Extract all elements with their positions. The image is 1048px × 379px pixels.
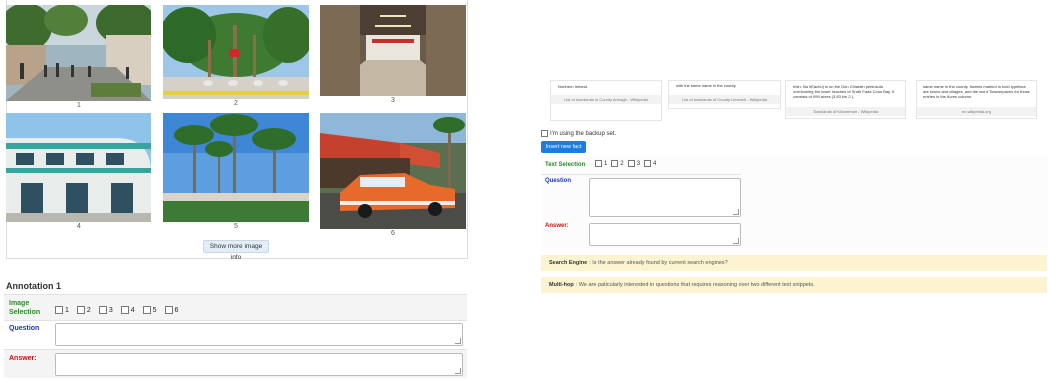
- right-question-textarea[interactable]: [589, 178, 741, 217]
- image-1[interactable]: [6, 5, 151, 101]
- image-checkbox[interactable]: 6: [164, 306, 178, 315]
- checkbox-icon: [98, 306, 107, 315]
- image-checkbox[interactable]: 5: [142, 306, 157, 315]
- checkbox-icon: [120, 306, 129, 315]
- checkbox-icon: [627, 160, 635, 167]
- question-row: Question: [4, 320, 467, 349]
- image-checkbox[interactable]: 1: [55, 306, 69, 315]
- right-answer-textarea[interactable]: [589, 223, 741, 246]
- annotation-form: Image Selection 123456 Question Answer:: [4, 294, 467, 378]
- image-checkbox[interactable]: 2: [76, 306, 91, 315]
- image-caption: 2: [234, 100, 238, 107]
- image-3[interactable]: [320, 5, 466, 96]
- image-4[interactable]: [6, 113, 151, 222]
- annotation-title: Annotation 1: [6, 281, 61, 291]
- resize-grip-icon[interactable]: [733, 238, 739, 244]
- insert-new-fact-button[interactable]: Insert new fact: [541, 141, 586, 153]
- checkbox-icon: [76, 306, 85, 315]
- text-checkbox[interactable]: 1: [595, 160, 607, 167]
- search-result-card[interactable]: Northern Ireland. List of townlands in C…: [550, 80, 662, 121]
- image-5[interactable]: [163, 113, 309, 222]
- checkbox-icon: [164, 306, 173, 315]
- text-checkbox[interactable]: 2: [611, 160, 624, 167]
- image-caption: 4: [77, 223, 81, 230]
- image-caption: 3: [391, 97, 395, 104]
- resize-grip-icon[interactable]: [733, 209, 739, 215]
- image-caption: 5: [234, 223, 238, 230]
- image-2[interactable]: [163, 5, 309, 99]
- search-engine-notice: Search Engine: Is the answer already fou…: [541, 255, 1047, 271]
- card-source: en.wikipedia.org: [917, 107, 1036, 116]
- image-selection-row: Image Selection 123456: [4, 294, 467, 320]
- search-result-card[interactable]: same name in the county. Names marked in…: [916, 80, 1037, 119]
- image-checkbox[interactable]: 3: [98, 306, 113, 315]
- checkbox-icon: [55, 306, 63, 315]
- answer-label: Answer:: [9, 355, 37, 362]
- card-snippet: Irish: Na hEachú) is on the Dún Chiaráin…: [793, 84, 895, 99]
- card-snippet: Northern Ireland.: [558, 84, 589, 89]
- right-question-label: Question: [545, 178, 572, 184]
- image-caption: 1: [77, 102, 81, 109]
- text-checkbox-group: 1234: [595, 160, 656, 167]
- text-selection-label: Text Selection: [545, 162, 586, 168]
- text-checkbox[interactable]: 4: [644, 160, 656, 167]
- show-more-image-info-button[interactable]: Show more image info: [203, 240, 269, 261]
- question-textarea[interactable]: [55, 323, 463, 346]
- image-selection-label: Image Selection: [9, 300, 41, 316]
- backup-set-checkbox[interactable]: I'm using the backup set.: [541, 130, 616, 137]
- card-snippet: with the same name in the county.: [676, 83, 737, 88]
- left-panel: 1 2 3 4 5 6 Show more image info Annotat…: [0, 0, 470, 379]
- image-6[interactable]: [320, 113, 466, 229]
- image-checkbox[interactable]: 4: [120, 306, 135, 315]
- card-source: List of townlands in County Armagh - Wik…: [551, 95, 661, 104]
- text-annotation-form: Text Selection 1234 Question Answer:: [541, 156, 1048, 248]
- right-answer-label: Answer:: [545, 223, 569, 229]
- card-snippet: same name in the county. Names marked in…: [923, 84, 1030, 99]
- search-result-card[interactable]: Irish: Na hEachú) is on the Dún Chiaráin…: [785, 80, 906, 119]
- multihop-notice: Multi-hop: We are paticularly interested…: [541, 277, 1047, 293]
- search-result-card[interactable]: with the same name in the county. List o…: [668, 80, 781, 109]
- checkbox-icon: [611, 160, 619, 167]
- answer-row: Answer:: [4, 349, 467, 378]
- image-checkbox-group: 123456: [55, 299, 186, 317]
- text-selection-row: Text Selection 1234: [541, 156, 741, 175]
- card-source: Townlands of Kilcommon - Wikipedia: [786, 107, 905, 116]
- resize-grip-icon[interactable]: [455, 368, 461, 374]
- checkbox-icon: [541, 130, 548, 137]
- answer-textarea[interactable]: [55, 353, 463, 376]
- checkbox-icon: [595, 160, 602, 167]
- checkbox-icon: [644, 160, 652, 167]
- image-caption: 6: [391, 230, 395, 237]
- text-checkbox[interactable]: 3: [627, 160, 640, 167]
- resize-grip-icon[interactable]: [455, 338, 461, 344]
- question-label: Question: [9, 325, 40, 332]
- card-source: List of townlands of County Limerick - W…: [669, 95, 780, 104]
- checkbox-icon: [142, 306, 151, 315]
